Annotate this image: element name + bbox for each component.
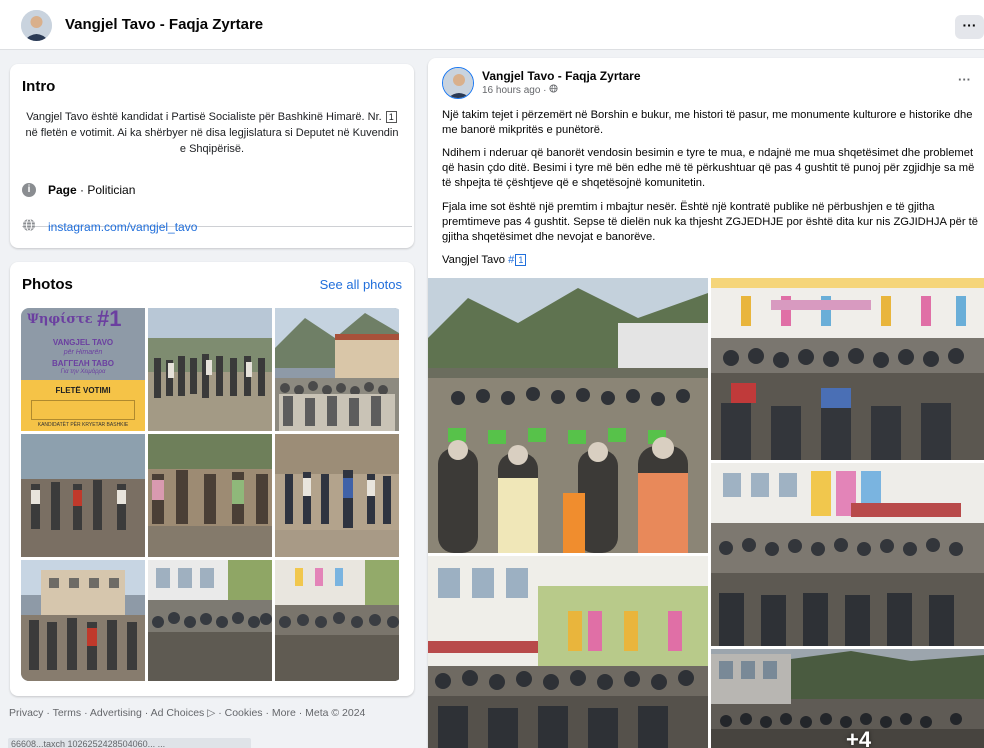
photo-thumbnail-3[interactable]: [275, 308, 399, 431]
photo-thumbnail-2[interactable]: [148, 308, 272, 431]
post-signature: Vangjel Tavo #1: [442, 254, 527, 266]
page-category: · Politician: [76, 183, 136, 197]
flyer-vote-text: Ψηφίστε: [27, 312, 93, 327]
flyer-name-greek: ΒΑΓΓΕΛΗ ΤΑΒΟ: [52, 359, 114, 368]
instagram-row[interactable]: instagram.com/vangjel_tavo: [22, 218, 197, 235]
photo-thumbnail-flyer[interactable]: Ψηφίστε #1 VANGJEL TAVO për Himarën ΒΑΓΓ…: [21, 308, 145, 431]
post-card: Vangjel Tavo - Faqja Zyrtare 16 hours ag…: [428, 58, 984, 748]
page-category-row: i Page · Politician: [22, 183, 135, 197]
post-timestamp[interactable]: 16 hours ago ·: [482, 84, 558, 96]
post-photo-2[interactable]: [711, 278, 984, 460]
post-time-text[interactable]: 16 hours ago ·: [482, 85, 547, 96]
page-title[interactable]: Vangjel Tavo - Faqja Zyrtare: [65, 16, 263, 33]
photo-thumbnail-9[interactable]: [275, 560, 399, 681]
globe-icon: [549, 84, 558, 96]
hashtag-number[interactable]: 1: [515, 254, 527, 266]
photo-thumbnail-6[interactable]: [275, 434, 399, 557]
photo-thumbnail-4[interactable]: [21, 434, 145, 557]
signature-name: Vangjel Tavo: [442, 254, 506, 266]
flyer-greek-sub: Για την Χειμάρρα: [60, 369, 106, 375]
post-paragraph-2: Ndihem i nderuar që banorët vendosin bes…: [442, 147, 975, 189]
footer-links[interactable]: Privacy · Terms · Advertising · Ad Choic…: [9, 707, 365, 719]
flyer-for-text: për Himarën: [63, 349, 103, 356]
flyer-number: #1: [97, 308, 122, 331]
more-options-button[interactable]: ···: [955, 15, 984, 39]
bio-text-part2: në fletën e votimit. Ai ka shërbyer në d…: [25, 127, 399, 155]
photos-card: Photos See all photos Ψηφίστε #1 VANGJEL…: [10, 262, 414, 696]
post-photo-3[interactable]: [711, 463, 984, 646]
photo-thumbnail-8[interactable]: [148, 560, 272, 681]
globe-icon: [22, 218, 36, 235]
info-icon: i: [22, 183, 36, 197]
hashtag-symbol[interactable]: #: [508, 254, 514, 266]
status-bar-url: 66608...taxch 1026252428504060... ...: [8, 738, 251, 748]
post-photo-4[interactable]: [428, 556, 708, 748]
page-header-bar: Vangjel Tavo - Faqja Zyrtare ···: [0, 0, 984, 50]
bio-text-part1: Vangjel Tavo është kandidat i Partisë So…: [26, 111, 382, 123]
post-author-avatar[interactable]: [442, 67, 474, 99]
intro-card: Intro Vangjel Tavo është kandidat i Part…: [10, 64, 414, 248]
intro-title: Intro: [22, 78, 56, 95]
post-paragraph-3: Fjala ime sot është një premtim i mbajtu…: [442, 201, 978, 243]
post-more-options-button[interactable]: ···: [958, 72, 971, 87]
flyer-ballot-box: [31, 400, 135, 420]
post-photo-1[interactable]: [428, 278, 708, 553]
post-author-name[interactable]: Vangjel Tavo - Faqja Zyrtare: [482, 69, 641, 83]
post-paragraph-1: Një takim tejet i përzemërt në Borshin e…: [442, 109, 973, 136]
page-avatar[interactable]: [21, 10, 52, 41]
number-badge: 1: [385, 111, 397, 123]
intro-bio: Vangjel Tavo është kandidat i Partisë So…: [22, 109, 402, 157]
flyer-name: VANGJEL TAVO: [52, 338, 114, 347]
instagram-link[interactable]: instagram.com/vangjel_tavo: [48, 220, 197, 234]
more-photos-count[interactable]: +4: [846, 727, 871, 748]
photo-grid: Ψηφίστε #1 VANGJEL TAVO për Himarën ΒΑΓΓ…: [21, 308, 402, 681]
flyer-ballot-title: FLETË VOTIMI: [55, 386, 111, 395]
photos-title: Photos: [22, 276, 73, 293]
hashtag-link[interactable]: #1: [508, 254, 527, 266]
photo-thumbnail-5[interactable]: [148, 434, 272, 557]
flyer-candidates-caption: KANDIDATËT PËR KRYETAR BASHKIE: [37, 422, 129, 428]
post-photo-5-more[interactable]: +4: [711, 649, 984, 748]
photo-thumbnail-7[interactable]: [21, 560, 145, 681]
see-all-photos-link[interactable]: See all photos: [320, 277, 402, 292]
page-label: Page: [48, 183, 77, 197]
